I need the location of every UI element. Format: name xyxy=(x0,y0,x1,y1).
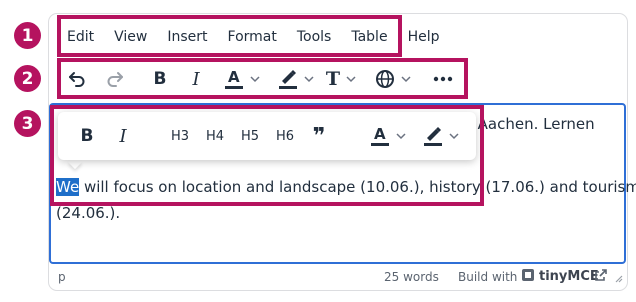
statusbar: p 25 words Build with tinyMCE xyxy=(49,266,627,290)
element-path[interactable]: p xyxy=(58,270,66,284)
menu-help[interactable]: Help xyxy=(408,29,440,45)
paragraph-line-3: (24.06.). xyxy=(56,204,121,222)
external-link-icon xyxy=(594,268,608,285)
resize-handle-icon[interactable] xyxy=(613,272,623,286)
tinymce-brand[interactable]: tinyMCE xyxy=(539,269,599,284)
callout-frame-quickbar xyxy=(50,105,484,206)
callout-frame-menubar xyxy=(57,15,402,57)
paragraph-line-1-tail: t Aachen. Lernen xyxy=(467,115,595,133)
callout-frame-toolbar xyxy=(57,58,468,99)
tinymce-logo-icon xyxy=(521,268,535,285)
word-count[interactable]: 25 words xyxy=(384,270,439,284)
build-with-label: Build with xyxy=(458,270,518,284)
callout-badge-2: 2 xyxy=(14,65,41,92)
callout-badge-3: 3 xyxy=(14,110,41,137)
callout-badge-1: 1 xyxy=(14,22,41,49)
